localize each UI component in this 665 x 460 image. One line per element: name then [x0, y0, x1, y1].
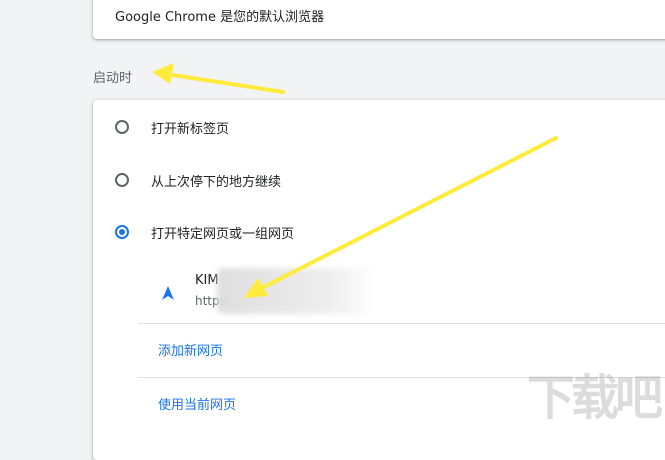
watermark-logo: 下载吧 [526, 370, 663, 426]
yellow-arrow-to-page [244, 136, 558, 298]
yellow-arrow-to-title [152, 63, 285, 94]
